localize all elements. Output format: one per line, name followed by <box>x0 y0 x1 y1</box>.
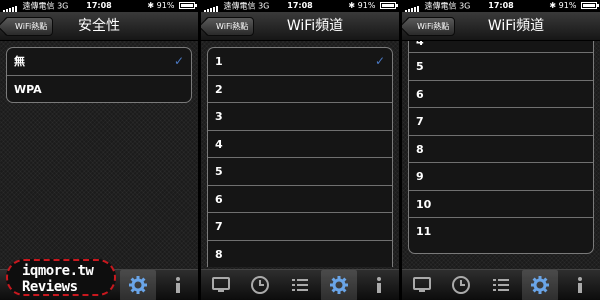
gear-icon <box>129 276 147 294</box>
tab-display[interactable] <box>203 270 239 300</box>
tab-list[interactable] <box>282 270 318 300</box>
list-icon <box>292 279 308 291</box>
option-label: WPA <box>14 82 42 96</box>
channel-row[interactable]: 2 <box>208 76 392 103</box>
info-icon <box>377 277 381 293</box>
option-label: 無 <box>14 55 25 68</box>
security-options-list: 無 ✓ WPA <box>6 47 192 103</box>
clock-icon <box>251 276 269 294</box>
channel-row[interactable]: 7 <box>409 108 593 136</box>
tab-info[interactable] <box>361 270 397 300</box>
channel-label: 6 <box>215 192 223 206</box>
channel-row[interactable]: 9 <box>409 163 593 191</box>
navigation-bar: WiFi熱點 WiFi頻道 <box>402 12 600 41</box>
status-bar: 遠傳電信 3G 17:08 ✱ 91% <box>402 0 600 12</box>
channel-list: 4 5 6 7 8 9 10 11 <box>408 32 594 254</box>
tab-display[interactable] <box>404 270 440 300</box>
channel-row[interactable]: 3 <box>208 103 392 131</box>
channel-row[interactable]: 5 <box>409 53 593 81</box>
channel-list: 1 ✓ 2 3 4 5 6 7 8 <box>207 47 393 267</box>
tab-settings[interactable] <box>522 270 558 300</box>
tab-info[interactable] <box>562 270 598 300</box>
display-icon <box>413 277 431 292</box>
channel-label: 9 <box>416 170 424 183</box>
channel-row[interactable]: 11 <box>409 218 593 246</box>
channel-label: 10 <box>416 197 432 211</box>
channel-row[interactable]: 10 <box>409 191 593 218</box>
battery-icon <box>581 2 599 9</box>
tab-settings[interactable] <box>120 270 156 300</box>
channel-label: 1 <box>215 55 223 68</box>
back-button[interactable]: WiFi熱點 <box>4 17 54 36</box>
back-button[interactable]: WiFi熱點 <box>205 17 255 36</box>
tab-list[interactable] <box>483 270 519 300</box>
list-icon <box>493 279 509 291</box>
channel-label: 7 <box>215 220 223 233</box>
channel-label: 11 <box>416 225 432 238</box>
channel-label: 4 <box>215 137 223 151</box>
checkmark-icon: ✓ <box>173 54 184 68</box>
tab-bar <box>402 269 600 300</box>
navigation-bar: WiFi熱點 安全性 <box>0 12 198 41</box>
channel-label: 8 <box>416 142 424 156</box>
back-button[interactable]: WiFi熱點 <box>406 17 456 36</box>
gear-icon <box>330 276 348 294</box>
navigation-bar: WiFi熱點 WiFi頻道 <box>201 12 399 41</box>
battery-percent: 91% <box>357 1 376 10</box>
clock-icon <box>452 276 470 294</box>
channel-label: 3 <box>215 110 223 123</box>
bluetooth-icon: ✱ <box>549 1 557 10</box>
channel-label: 5 <box>416 60 424 73</box>
status-bar: 遠傳電信 3G 17:08 ✱ 91% <box>0 0 198 12</box>
screen-wifi-channel-scrolled: 4 5 6 7 8 9 10 11 遠傳電信 3G 17:08 ✱ 91% Wi… <box>402 0 600 300</box>
channel-label: 6 <box>416 87 424 101</box>
bluetooth-icon: ✱ <box>348 1 356 10</box>
tab-clock[interactable] <box>443 270 479 300</box>
channel-label: 8 <box>215 247 223 261</box>
tab-bar <box>201 269 399 300</box>
channel-row[interactable]: 8 <box>409 136 593 163</box>
tab-settings[interactable] <box>321 270 357 300</box>
channel-label: 2 <box>215 82 223 96</box>
channel-label: 5 <box>215 165 223 178</box>
info-icon <box>176 277 180 293</box>
bluetooth-icon: ✱ <box>147 1 155 10</box>
option-wpa[interactable]: WPA <box>7 76 191 103</box>
channel-label: 7 <box>416 115 424 128</box>
channel-row[interactable]: 6 <box>409 81 593 108</box>
tab-clock[interactable] <box>242 270 278 300</box>
tab-info[interactable] <box>160 270 196 300</box>
channel-row[interactable]: 1 ✓ <box>208 48 392 76</box>
channel-row[interactable]: 5 <box>208 158 392 186</box>
page-title: WiFi頻道 <box>487 18 545 34</box>
info-icon <box>578 277 582 293</box>
screen-wifi-channel: 遠傳電信 3G 17:08 ✱ 91% WiFi熱點 WiFi頻道 1 ✓ 2 3… <box>201 0 399 300</box>
gear-icon <box>531 276 549 294</box>
battery-percent: 91% <box>156 1 175 10</box>
channel-row[interactable]: 4 <box>208 131 392 158</box>
display-icon <box>212 277 230 292</box>
battery-percent: 91% <box>558 1 577 10</box>
channel-row[interactable]: 8 <box>208 241 392 268</box>
option-none[interactable]: 無 ✓ <box>7 48 191 76</box>
channel-row[interactable]: 7 <box>208 213 392 241</box>
battery-icon <box>179 2 197 9</box>
screen-security: 遠傳電信 3G 17:08 ✱ 91% WiFi熱點 安全性 無 ✓ WPA i… <box>0 0 198 300</box>
watermark-logo: iqmore.tw Reviews <box>6 259 116 296</box>
channel-row[interactable]: 6 <box>208 186 392 213</box>
battery-icon <box>380 2 398 9</box>
page-title: WiFi頻道 <box>286 18 344 34</box>
checkmark-icon: ✓ <box>374 54 385 68</box>
status-bar: 遠傳電信 3G 17:08 ✱ 91% <box>201 0 399 12</box>
